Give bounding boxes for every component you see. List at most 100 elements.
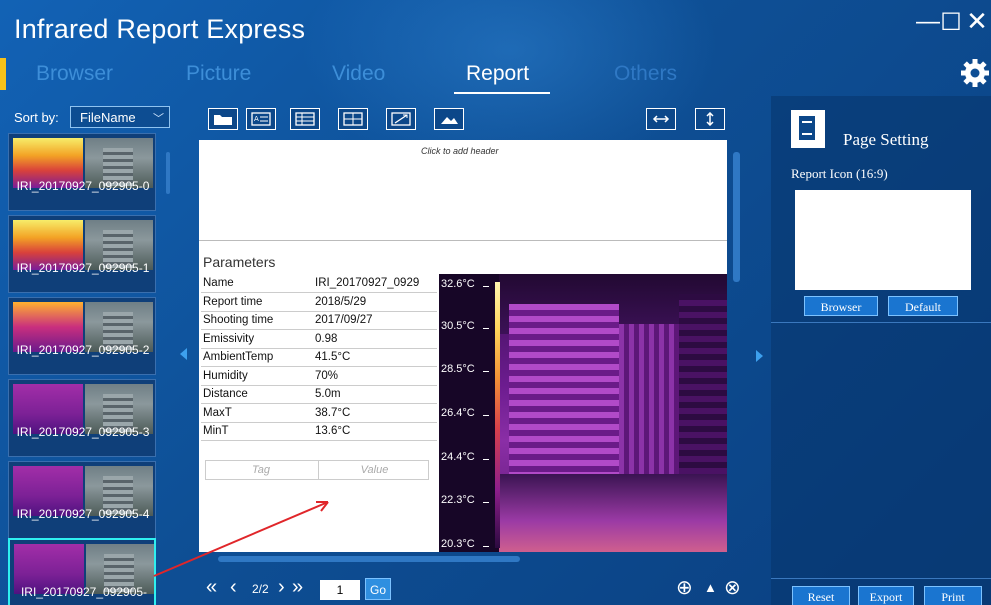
insert-text-button[interactable]: A	[246, 108, 276, 130]
thumbnail-item[interactable]: IRI_20170927_092905-3	[8, 379, 156, 457]
zoom-out-button[interactable]: ⊗	[724, 575, 741, 600]
first-page-button[interactable]: «	[206, 576, 217, 599]
table-row: MaxT 38.7°C	[201, 403, 437, 423]
insert-image-button[interactable]	[434, 108, 464, 130]
document-icon	[791, 110, 825, 148]
param-key: Report time	[201, 292, 313, 312]
app-title: Infrared Report Express	[14, 14, 306, 44]
table-row: MinT 13.6°C	[201, 422, 437, 441]
thumbnail-item-selected[interactable]: IRI_20170927_092905-	[8, 538, 156, 605]
thumbnail-list: IRI_20170927_092905-0 IRI_20170927_09290…	[8, 133, 156, 605]
param-value: 70%	[313, 366, 437, 386]
thumbnail-scrollbar[interactable]	[166, 152, 170, 194]
parameters-title: Parameters	[203, 254, 276, 270]
app-window: Infrared Report Express — ☐ ✕ Browser Pi…	[0, 0, 991, 605]
grid-icon	[343, 112, 363, 126]
tab-report[interactable]: Report	[466, 62, 529, 86]
reset-button[interactable]: Reset	[792, 586, 850, 605]
param-key: AmbientTemp	[201, 348, 313, 367]
scale-label: 26.4°C	[441, 407, 475, 419]
move-up-button[interactable]: ▲	[704, 580, 717, 595]
minimize-button[interactable]: —	[916, 8, 940, 36]
collapse-left-icon[interactable]	[180, 348, 187, 360]
collapse-right-icon[interactable]	[756, 350, 763, 362]
zoom-in-button[interactable]: ⊕	[676, 575, 693, 600]
print-button[interactable]: Print	[924, 586, 982, 605]
insert-grid-button[interactable]	[338, 108, 368, 130]
tag-value-row[interactable]: Tag Value	[205, 460, 429, 480]
param-key: Shooting time	[201, 311, 313, 330]
fit-height-button[interactable]	[695, 108, 725, 130]
page-number-input[interactable]: 1	[320, 580, 360, 600]
thumbnail-name: IRI_20170927_092905-2	[16, 343, 150, 357]
param-key: Name	[201, 274, 313, 293]
scale-tick	[483, 502, 489, 503]
thermal-image[interactable]: 32.6°C 30.5°C 28.5°C 26.4°C 24.4°C 22.3°…	[439, 274, 727, 552]
tab-video[interactable]: Video	[332, 62, 385, 86]
param-value: 38.7°C	[313, 403, 437, 423]
folder-icon	[214, 115, 232, 125]
report-page[interactable]: Click to add header Parameters Name IRI_2…	[199, 140, 727, 552]
page-setting-title: Page Setting	[843, 130, 929, 149]
report-vertical-scrollbar[interactable]	[733, 152, 740, 282]
go-button[interactable]: Go	[365, 578, 391, 600]
sort-by-select[interactable]: FileName ﹀	[70, 106, 170, 128]
tab-picture[interactable]: Picture	[186, 62, 251, 86]
param-value: 2017/09/27	[313, 311, 437, 330]
tab-others[interactable]: Others	[614, 62, 677, 86]
red-arrow-annotation	[153, 501, 329, 577]
scale-tick	[483, 546, 489, 547]
maximize-button[interactable]: ☐	[940, 8, 962, 37]
fit-width-button[interactable]	[646, 108, 676, 130]
default-button[interactable]: Default	[888, 296, 958, 316]
scale-tick	[483, 459, 489, 460]
insert-table-button[interactable]	[290, 108, 320, 130]
param-value: 13.6°C	[313, 422, 437, 441]
insert-line-button[interactable]	[386, 108, 416, 130]
value-input[interactable]: Value	[318, 461, 430, 479]
open-folder-button[interactable]	[208, 108, 238, 130]
thumbnail-name: IRI_20170927_092905-0	[16, 179, 150, 193]
prev-page-button[interactable]: ‹	[230, 576, 237, 599]
tag-input[interactable]: Tag	[206, 464, 316, 476]
thumbnail-item[interactable]: IRI_20170927_092905-2	[8, 297, 156, 375]
scale-tick	[483, 415, 489, 416]
table-row: Distance 5.0m	[201, 385, 437, 404]
sort-by-value: FileName	[80, 110, 136, 125]
tab-browser[interactable]: Browser	[36, 62, 113, 86]
thermal-building	[679, 294, 727, 484]
table-row: AmbientTemp 41.5°C	[201, 348, 437, 367]
param-value: 41.5°C	[313, 348, 437, 367]
temperature-scale-bar	[495, 282, 500, 548]
param-value: 5.0m	[313, 385, 437, 404]
param-value: 2018/5/29	[313, 292, 437, 312]
last-page-button[interactable]: »	[292, 576, 303, 599]
text-box-icon: A	[251, 112, 271, 126]
close-button[interactable]: ✕	[966, 6, 988, 37]
thumbnail-name: IRI_20170927_092905-3	[16, 425, 150, 439]
sort-by-label: Sort by:	[14, 110, 59, 125]
table-row: Report time 2018/5/29	[201, 292, 437, 312]
line-icon	[391, 112, 411, 126]
svg-text:A: A	[254, 115, 259, 123]
page-indicator: 2/2	[252, 582, 269, 596]
export-button[interactable]: Export	[858, 586, 914, 605]
next-page-button[interactable]: ›	[278, 576, 285, 599]
thumbnail-item[interactable]: IRI_20170927_092905-1	[8, 215, 156, 293]
thumbnail-item[interactable]: IRI_20170927_092905-4	[8, 461, 156, 539]
table-icon	[295, 112, 315, 126]
thumbnail-item[interactable]: IRI_20170927_092905-0	[8, 133, 156, 211]
thermal-building	[619, 324, 679, 484]
scale-label: 30.5°C	[441, 320, 475, 332]
thermal-ground	[499, 474, 727, 552]
browser-button[interactable]: Browser	[804, 296, 878, 316]
param-key: MinT	[201, 422, 313, 441]
table-row: Emissivity 0.98	[201, 329, 437, 349]
gear-icon[interactable]	[960, 56, 990, 90]
report-icon-preview	[795, 190, 971, 290]
thumbnail-name: IRI_20170927_092905-1	[16, 261, 150, 275]
param-key: Emissivity	[201, 329, 313, 349]
report-header-placeholder[interactable]: Click to add header	[421, 146, 499, 156]
scale-tick	[483, 328, 489, 329]
scale-tick	[483, 286, 489, 287]
